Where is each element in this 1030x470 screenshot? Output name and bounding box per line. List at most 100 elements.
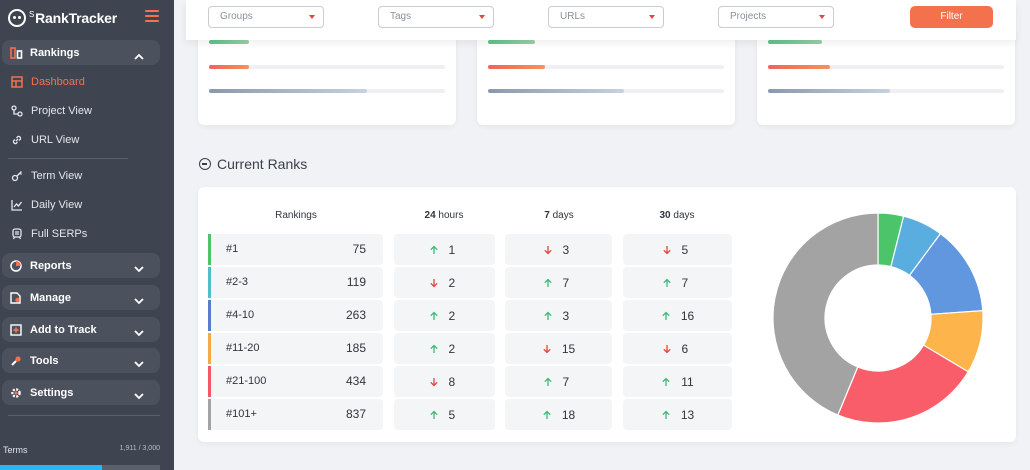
- rank-bucket-label: #2-3: [226, 276, 249, 288]
- terms-label: Terms: [3, 445, 28, 455]
- rank-bucket-count: 75: [352, 242, 366, 256]
- progress-bar: [488, 89, 724, 93]
- chevron-down-icon: [134, 324, 144, 342]
- rank-row: #2-3 119: [208, 267, 383, 298]
- groups-select[interactable]: Groups: [208, 6, 324, 28]
- arrow-up-icon: [543, 377, 563, 387]
- rank-bucket-label: #21-100: [226, 375, 267, 387]
- change-value: 6: [681, 341, 689, 356]
- projects-select[interactable]: Projects: [718, 6, 834, 28]
- sidebar-group-rankings[interactable]: Rankings: [2, 40, 160, 65]
- rank-row: #21-100 434: [208, 366, 383, 397]
- sidebar-item-daily-view[interactable]: Daily View: [10, 195, 160, 215]
- sidebar-group-manage[interactable]: Manage: [2, 285, 160, 310]
- arrow-up-icon: [662, 278, 682, 288]
- rank-bucket-label: #1: [226, 243, 239, 255]
- change-value: 7: [681, 275, 689, 290]
- change-cell-d30: 5: [623, 234, 732, 265]
- project-view-icon: [10, 104, 24, 118]
- change-cell-d30: 16: [623, 300, 732, 331]
- urls-select[interactable]: URLs: [548, 6, 664, 28]
- change-cell-h24: 2: [394, 333, 495, 364]
- terms-progress-bar: [0, 465, 160, 470]
- brand-logo[interactable]: SRankTracker: [8, 8, 117, 28]
- sidebar-group-tools[interactable]: Tools: [2, 348, 160, 373]
- sidebar-item-url-view[interactable]: URL View: [10, 130, 160, 150]
- arrow-down-icon: [429, 377, 449, 387]
- chevron-down-icon: [134, 292, 144, 310]
- filter-button[interactable]: Filter: [910, 6, 993, 28]
- rank-bucket-label: #4-10: [226, 309, 255, 321]
- change-cell-d7: 18: [505, 399, 612, 430]
- sidebar-item-full-serps[interactable]: Full SERPs: [10, 224, 160, 244]
- arrow-up-icon: [429, 344, 449, 354]
- rank-row: #101+ 837: [208, 399, 383, 430]
- collapse-icon[interactable]: [199, 158, 211, 170]
- clock-report-icon: [9, 259, 23, 273]
- arrow-up-icon: [429, 410, 449, 420]
- header-7-days: 7 days: [544, 210, 574, 221]
- arrow-up-icon: [429, 245, 449, 255]
- change-cell-d30: 6: [623, 333, 732, 364]
- change-value: 1: [448, 242, 456, 257]
- caret-down-icon: [479, 15, 485, 19]
- change-value: 7: [562, 374, 570, 389]
- sidebar-group-reports[interactable]: Reports: [2, 253, 160, 278]
- caret-down-icon: [649, 15, 655, 19]
- manage-icon: [9, 291, 23, 305]
- arrow-up-icon: [661, 410, 681, 420]
- arrow-down-icon: [662, 245, 682, 255]
- progress-bar: [209, 65, 445, 69]
- sidebar-group-settings[interactable]: Settings: [2, 380, 160, 405]
- rank-color-stripe: [208, 300, 211, 331]
- gear-icon: [9, 386, 23, 400]
- arrow-up-icon: [661, 377, 681, 387]
- caret-down-icon: [819, 15, 825, 19]
- link-icon: [10, 133, 24, 147]
- change-value: 3: [562, 242, 570, 257]
- progress-bar: [488, 40, 724, 44]
- rank-color-stripe: [208, 267, 211, 298]
- progress-bar: [768, 89, 1004, 93]
- terms-count: 1,911 / 3,000: [119, 445, 160, 452]
- tags-select[interactable]: Tags: [378, 6, 494, 28]
- change-value: 15: [561, 341, 576, 356]
- rank-bucket-count: 837: [345, 407, 366, 421]
- current-ranks-card: Rankings 24 hours 7 days 30 days #1 75 1…: [198, 187, 1016, 442]
- current-ranks-heading: Current Ranks: [199, 156, 307, 172]
- filter-bar: Groups Tags URLs Projects Filter: [186, 0, 1016, 40]
- line-chart-icon: [10, 198, 24, 212]
- change-value: 2: [448, 275, 456, 290]
- sidebar-group-add-to-track[interactable]: Add to Track: [2, 317, 160, 342]
- rank-color-stripe: [208, 399, 211, 430]
- sidebar-item-project-view[interactable]: Project View: [10, 101, 160, 121]
- sidebar-item-dashboard[interactable]: Dashboard: [10, 72, 160, 92]
- chevron-up-icon: [134, 47, 144, 65]
- summary-card: [198, 30, 456, 125]
- rank-row: #11-20 185: [208, 333, 383, 364]
- change-value: 18: [561, 407, 576, 422]
- chevron-down-icon: [134, 387, 144, 405]
- change-cell-d30: 11: [623, 366, 732, 397]
- header-30-days: 30 days: [659, 210, 695, 221]
- change-cell-h24: 5: [394, 399, 495, 430]
- arrow-down-icon: [662, 344, 682, 354]
- progress-bar: [209, 40, 445, 44]
- change-value: 2: [448, 341, 456, 356]
- progress-bar: [209, 89, 445, 93]
- rank-color-stripe: [208, 366, 211, 397]
- arrow-up-icon: [429, 311, 449, 321]
- sidebar-item-term-view[interactable]: Term View: [10, 166, 160, 186]
- rank-bucket-label: #101+: [226, 408, 257, 420]
- change-cell-h24: 2: [394, 300, 495, 331]
- change-value: 8: [448, 374, 456, 389]
- sidebar: SRankTracker Rankings Dashboard Project …: [0, 0, 174, 470]
- hamburger-menu-icon[interactable]: [145, 10, 159, 22]
- rank-bucket-label: #11-20: [226, 342, 260, 354]
- header-rankings: Rankings: [275, 210, 317, 221]
- dashboard-icon: [10, 75, 24, 89]
- change-cell-d7: 3: [505, 234, 612, 265]
- arrow-up-icon: [661, 311, 681, 321]
- change-cell-h24: 8: [394, 366, 495, 397]
- header-24-hours: 24 hours: [424, 210, 464, 221]
